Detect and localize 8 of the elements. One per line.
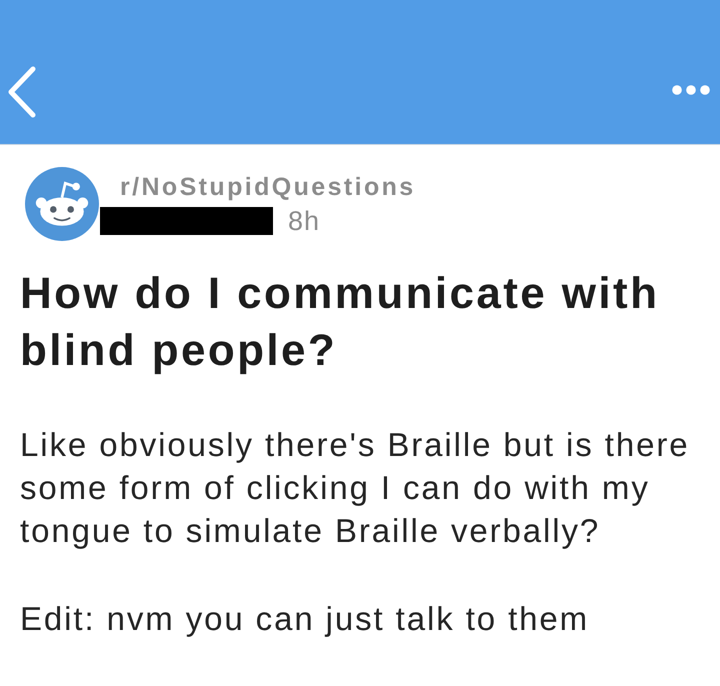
- post-title: How do I communicate with blind people?: [19, 268, 660, 377]
- subreddit-name[interactable]: r/NoStupidQuestions: [120, 173, 416, 201]
- back-chevron-icon[interactable]: [6, 66, 36, 118]
- post-body-paragraph: Edit: nvm you can just talk to them: [20, 599, 590, 639]
- post-body-paragraph: Like obviously there's Braille but is there some form of clicking I can do with my tongue to simulate Braille verbally?: [20, 425, 690, 551]
- post-age: 8h: [288, 207, 320, 235]
- more-options-icon[interactable]: [672, 85, 710, 95]
- alien-face-avatar-icon: [25, 167, 99, 241]
